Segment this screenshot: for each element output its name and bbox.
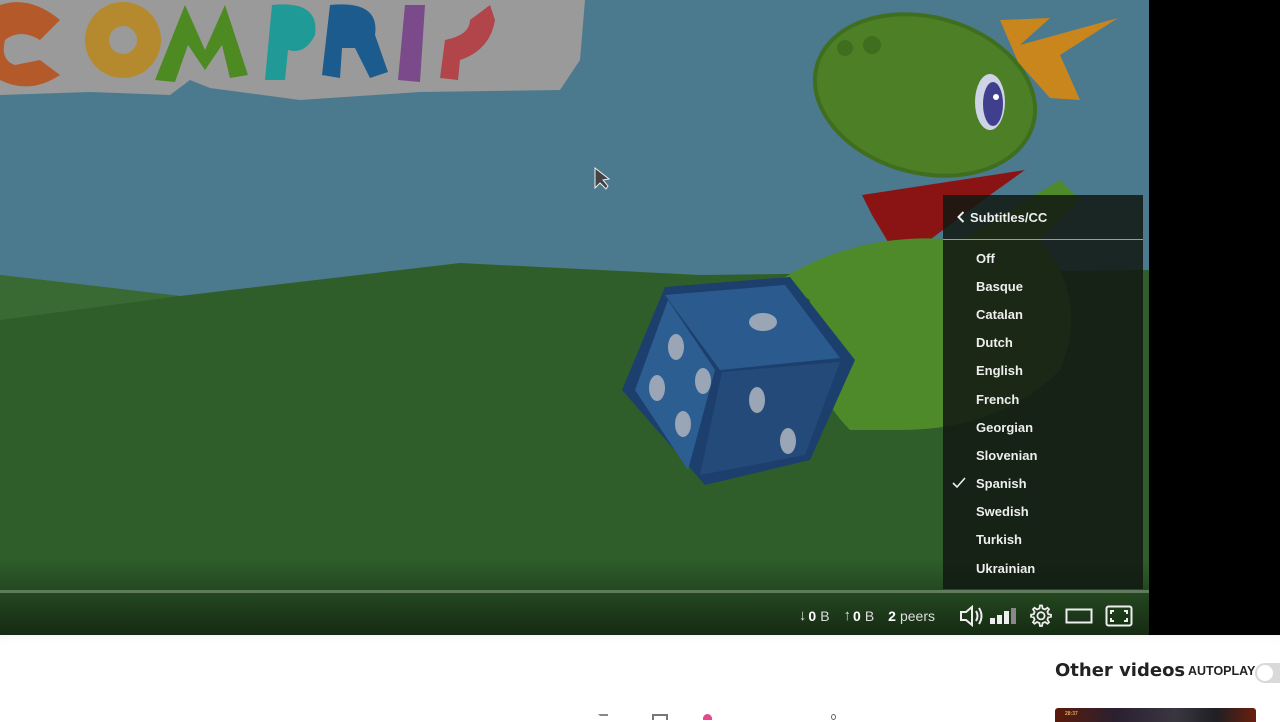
upload-unit: B <box>864 607 875 624</box>
gear-icon <box>1030 604 1052 627</box>
support-heart-icon[interactable] <box>703 714 712 720</box>
subtitle-option-off[interactable]: Off <box>943 244 1143 272</box>
subtitle-option-georgian[interactable]: Georgian <box>943 413 1143 441</box>
subtitle-option-label: French <box>976 391 1020 407</box>
upload-value: 0 <box>853 607 861 624</box>
subtitle-option-ukrainian[interactable]: Ukrainian <box>943 554 1143 582</box>
thumbnail-duration: 28:37 <box>1065 711 1078 717</box>
subtitle-option-label: Spanish <box>976 476 1027 492</box>
theater-mode-button[interactable] <box>1065 601 1093 631</box>
subtitle-option-label: Dutch <box>976 335 1013 351</box>
subtitle-option-basque[interactable]: Basque <box>943 272 1143 300</box>
peers-stat: 2 peers <box>888 608 935 624</box>
theater-mode-icon <box>1065 608 1093 623</box>
subtitle-option-swedish[interactable]: Swedish <box>943 498 1143 526</box>
save-icon[interactable] <box>652 714 668 720</box>
subtitles-menu-back-button[interactable]: Subtitles/CC <box>943 195 1143 240</box>
chevron-left-icon <box>957 211 965 223</box>
autoplay-label: AUTOPLAY <box>1188 664 1256 678</box>
toggle-knob <box>1257 665 1273 681</box>
subtitle-option-dutch[interactable]: Dutch <box>943 329 1143 357</box>
subtitles-menu-title: Subtitles/CC <box>970 209 1048 225</box>
checkmark-icon <box>952 476 966 492</box>
autoplay-toggle[interactable] <box>1255 663 1280 683</box>
subtitles-options: Off Basque Catalan Dutch English French Georgi… <box>943 240 1143 582</box>
volume-slider[interactable] <box>989 601 1017 631</box>
download-unit: B <box>820 607 830 624</box>
subtitle-option-label: Basque <box>976 278 1023 294</box>
subtitle-option-label: English <box>976 363 1023 379</box>
upload-stat: ↑ 0 B <box>844 607 875 624</box>
subtitle-option-turkish[interactable]: Turkish <box>943 526 1143 554</box>
subtitle-option-label: Slovenian <box>976 447 1038 463</box>
subtitle-option-label: Ukrainian <box>976 560 1036 576</box>
peers-count: 2 <box>888 607 896 624</box>
subtitles-menu: Subtitles/CC Off Basque Catalan Dutch Englis… <box>943 195 1143 589</box>
download-value: 0 <box>808 607 817 624</box>
subtitle-option-label: Catalan <box>976 306 1023 322</box>
other-videos-title: Other videos <box>1055 660 1186 681</box>
volume-icon <box>960 604 983 627</box>
subtitle-option-french[interactable]: French <box>943 385 1143 413</box>
progress-bar[interactable] <box>0 590 1149 593</box>
download-stat: ↓ 0 B <box>799 607 830 624</box>
fullscreen-icon <box>1105 605 1133 626</box>
subtitle-option-english[interactable]: English <box>943 357 1143 385</box>
subtitle-option-label: Off <box>976 250 995 266</box>
subtitle-option-label: Georgian <box>976 419 1034 435</box>
volume-level-icon <box>990 607 1016 624</box>
more-options-icon[interactable] <box>831 714 836 720</box>
subtitle-option-label: Swedish <box>976 504 1029 520</box>
arrow-up-icon: ↑ <box>843 607 852 624</box>
subtitle-option-catalan[interactable]: Catalan <box>943 300 1143 328</box>
like-icon[interactable] <box>598 714 608 722</box>
arrow-down-icon: ↓ <box>798 607 807 624</box>
peers-label: peers <box>899 607 935 624</box>
subtitle-option-slovenian[interactable]: Slovenian <box>943 441 1143 469</box>
fullscreen-button[interactable] <box>1105 601 1133 631</box>
subtitle-option-label: Turkish <box>976 532 1022 548</box>
video-player[interactable]: ↓ 0 B ↑ 0 B 2 peers Subtitles/CC Off Bas… <box>0 0 1280 635</box>
subtitle-option-spanish[interactable]: Spanish <box>943 470 1143 498</box>
settings-button[interactable] <box>1029 601 1053 631</box>
control-bar: ↓ 0 B ↑ 0 B 2 peers <box>0 596 1149 635</box>
mute-button[interactable] <box>959 601 985 631</box>
